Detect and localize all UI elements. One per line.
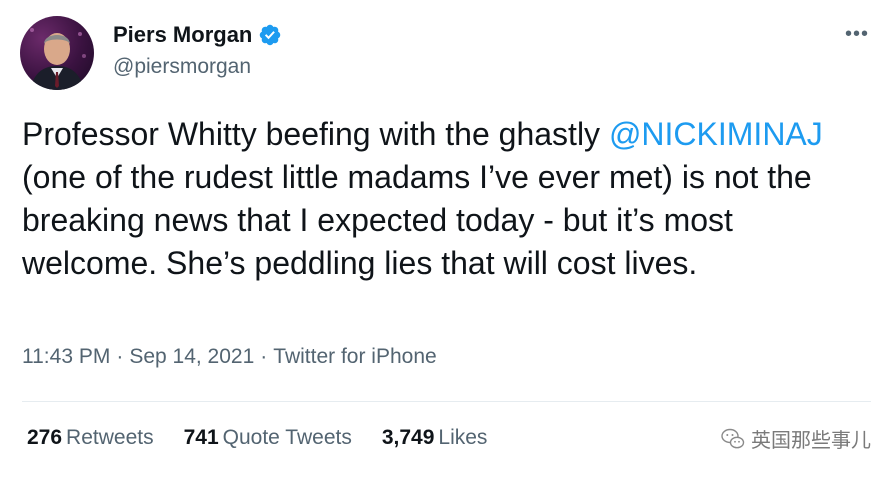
tweet-date[interactable]: Sep 14, 2021 [129,345,254,369]
wechat-icon [721,428,745,448]
quote-tweets-label: Quote Tweets [222,426,352,449]
tweet-source[interactable]: Twitter for iPhone [273,345,436,369]
quote-tweets-stat[interactable]: 741 Quote Tweets [184,426,352,450]
retweets-label: Retweets [66,426,154,449]
mention-link[interactable]: @NICKIMINAJ [609,116,823,152]
quote-tweets-count: 741 [183,426,219,449]
retweets-stat[interactable]: 276 Retweets [27,426,154,450]
tweet-time[interactable]: 11:43 PM [22,345,110,369]
separator: · [260,345,268,368]
tweet-meta: 11:43 PM · Sep 14, 2021 · Twitter for iP… [22,345,437,369]
likes-label: Likes [438,426,488,449]
author-handle[interactable]: @piersmorgan [113,55,251,79]
tweet-stats: 276 Retweets 741 Quote Tweets 3,749 Likes [27,426,487,450]
watermark-text: 英国那些事儿 [751,428,871,452]
more-dots-icon[interactable]: ••• [845,24,869,44]
tweet-text-part: Professor Whitty beefing with the ghastl… [22,116,609,152]
separator: · [116,345,124,368]
divider [22,401,871,402]
verified-badge-icon [260,24,281,46]
avatar[interactable] [20,16,94,90]
watermark: 英国那些事儿 [721,424,871,453]
likes-count: 3,749 [381,426,435,449]
author-name[interactable]: Piers Morgan [113,22,252,48]
retweets-count: 276 [27,426,63,449]
likes-stat[interactable]: 3,749 Likes [382,426,488,450]
tweet-text: Professor Whitty beefing with the ghastl… [22,113,872,285]
